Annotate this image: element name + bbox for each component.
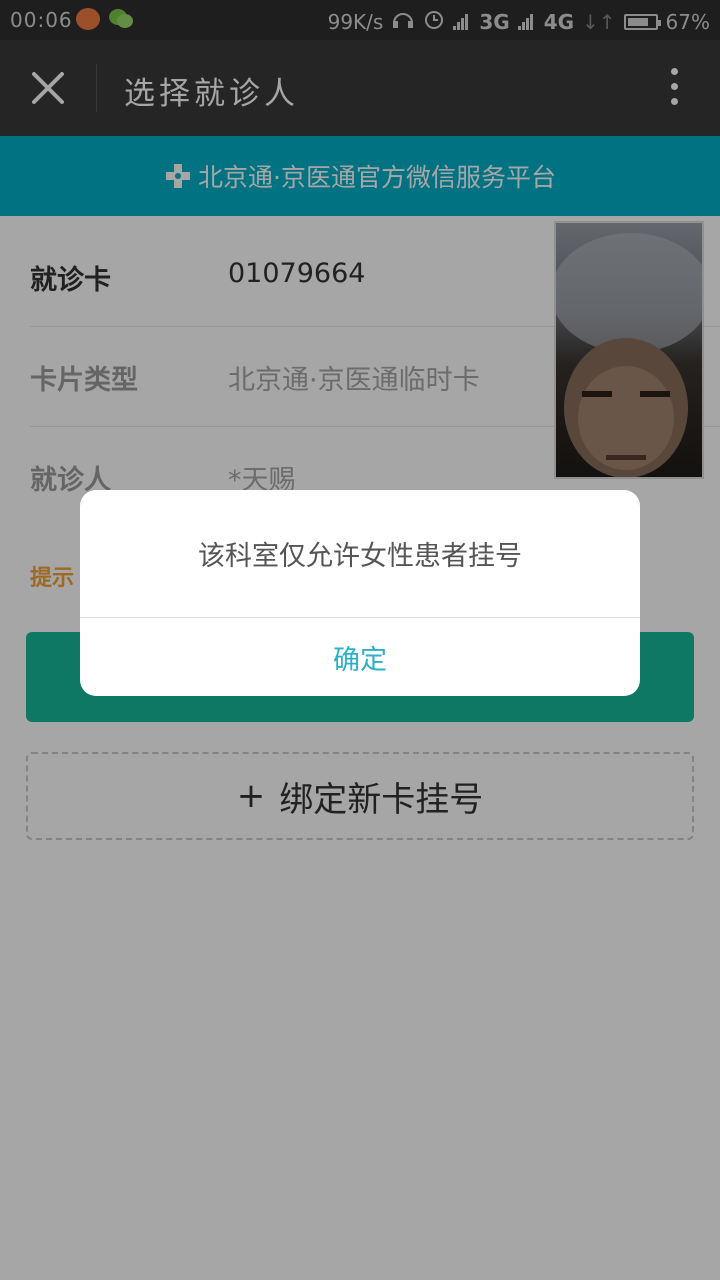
dialog-confirm-button[interactable]: 确定 xyxy=(80,618,640,696)
dialog-message: 该科室仅允许女性患者挂号 xyxy=(80,490,640,618)
alert-dialog: 该科室仅允许女性患者挂号 确定 xyxy=(80,490,640,696)
